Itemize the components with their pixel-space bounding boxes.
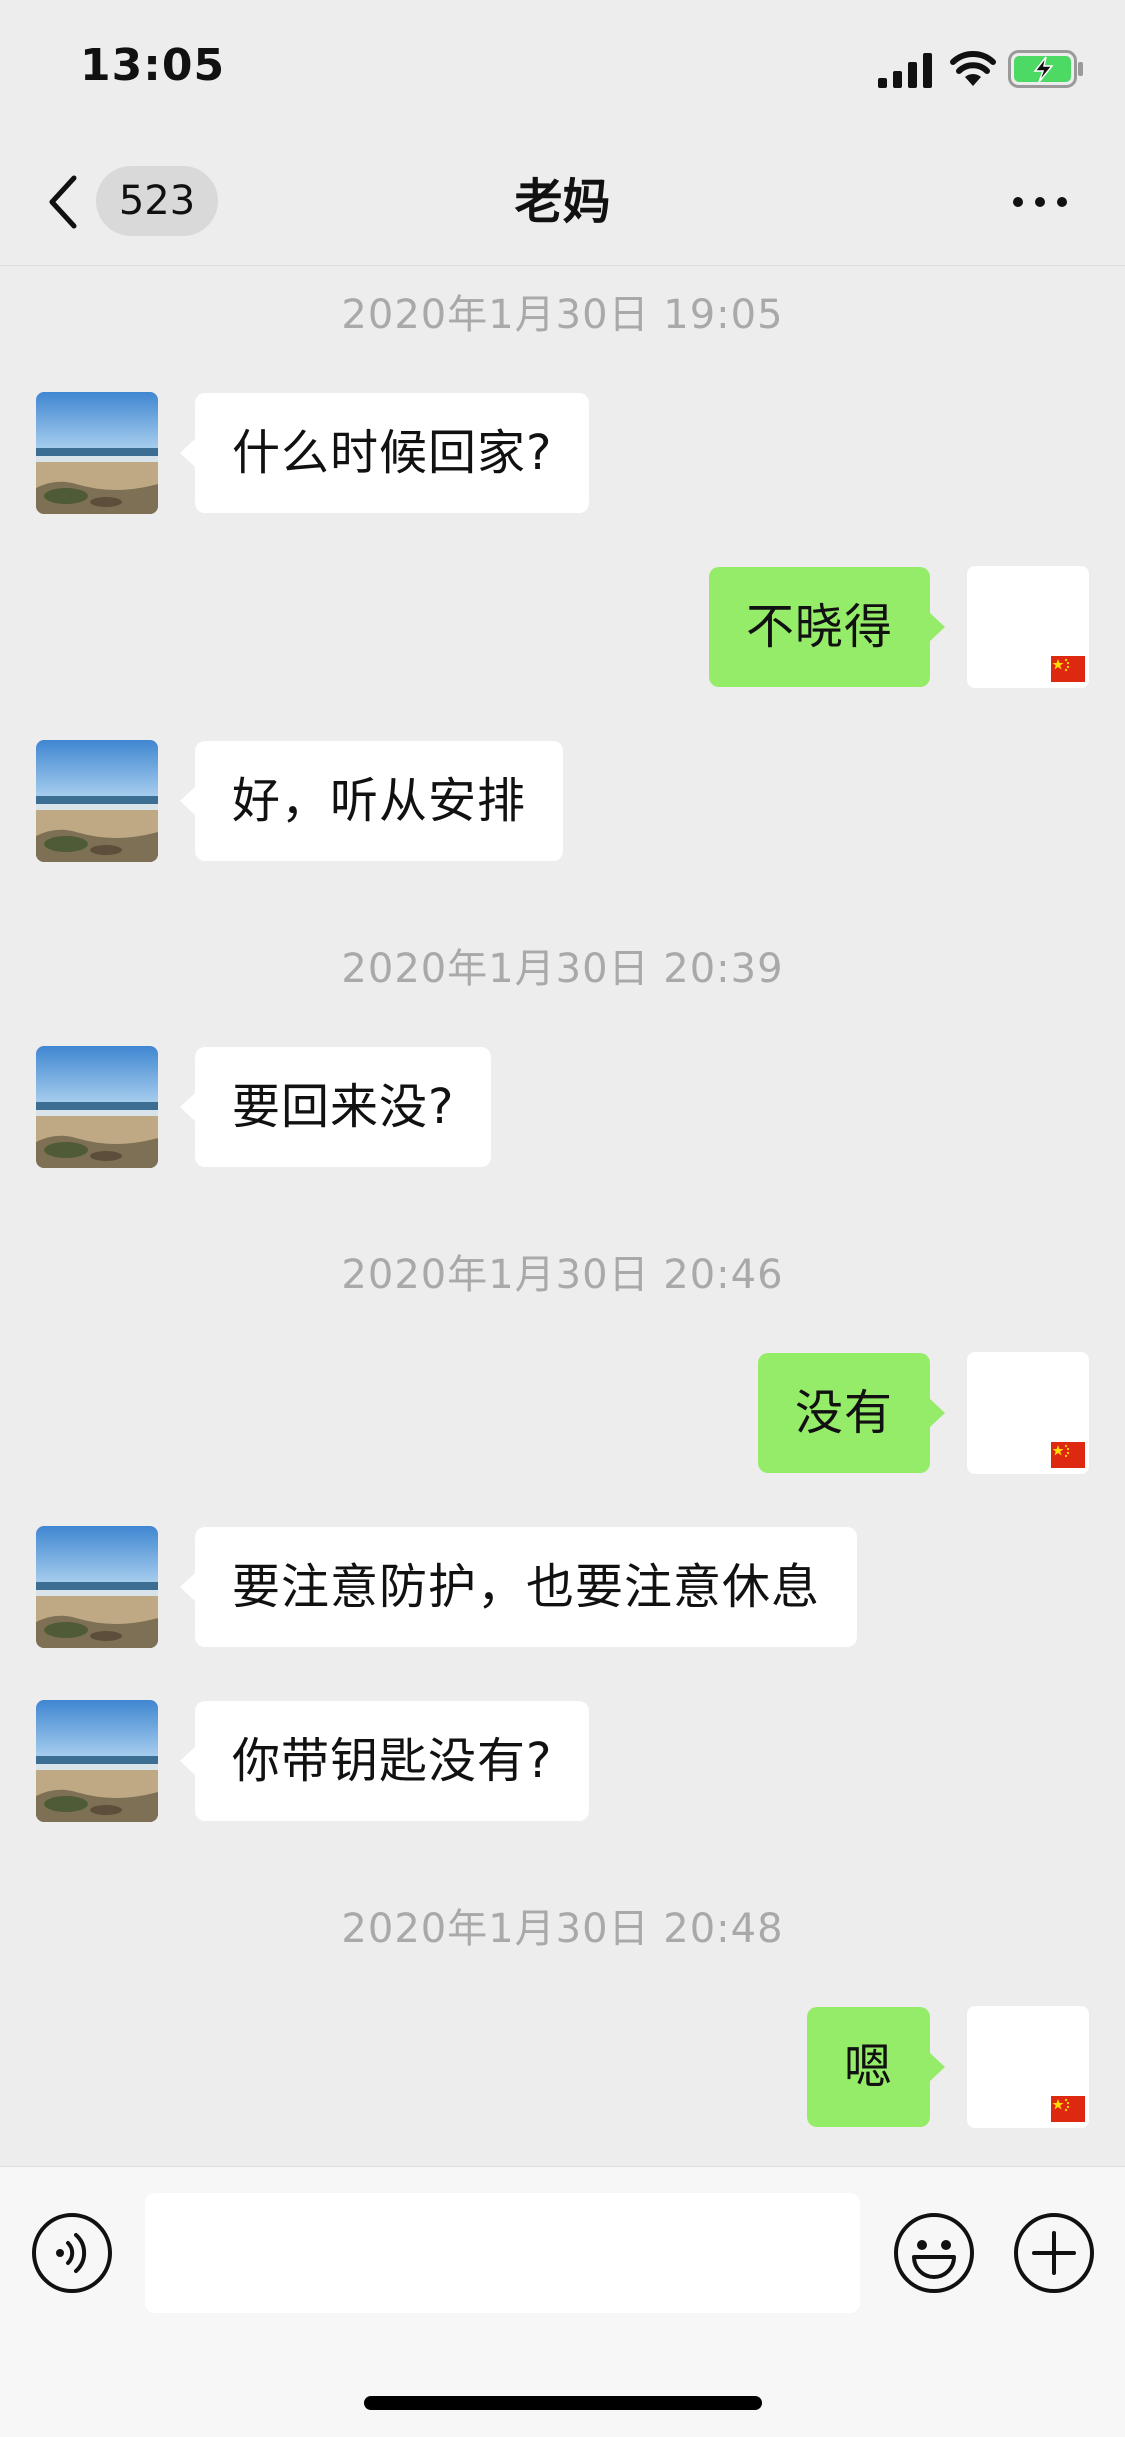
voice-icon[interactable] <box>30 2211 114 2295</box>
timestamp: 2020年1月30日 19:05 <box>341 292 784 338</box>
avatar-image <box>36 1526 158 1648</box>
incoming-message[interactable]: 好，听从安排 <box>179 741 564 861</box>
outgoing-message[interactable]: 没有 <box>757 1353 946 1473</box>
wifi-icon <box>950 51 996 86</box>
contact-avatar[interactable] <box>36 1700 158 1822</box>
message-input[interactable] <box>145 2193 860 2313</box>
contact-avatar[interactable] <box>36 740 158 862</box>
status-time: 13:05 <box>80 40 226 91</box>
china-flag-icon <box>1051 2096 1085 2122</box>
avatar-image <box>36 392 158 514</box>
incoming-message[interactable]: 要回来没? <box>179 1047 492 1167</box>
signal-icon <box>878 53 932 88</box>
emoji-icon[interactable] <box>892 2211 976 2295</box>
timestamp: 2020年1月30日 20:48 <box>341 1906 784 1952</box>
outgoing-message[interactable]: 不晓得 <box>708 567 946 687</box>
self-avatar[interactable] <box>967 2006 1089 2128</box>
self-avatar[interactable] <box>967 1352 1089 1474</box>
avatar-image <box>36 1700 158 1822</box>
china-flag-icon <box>1051 1442 1085 1468</box>
timestamp: 2020年1月30日 20:39 <box>341 946 784 992</box>
plus-icon[interactable] <box>1012 2211 1096 2295</box>
chat-title: 老妈 <box>514 174 611 230</box>
home-indicator[interactable] <box>364 2396 762 2410</box>
avatar-image <box>36 1046 158 1168</box>
chat-header: 523 老妈 <box>0 140 1125 266</box>
avatar-image <box>36 740 158 862</box>
contact-avatar[interactable] <box>36 1046 158 1168</box>
more-dots-icon[interactable] <box>1008 184 1072 220</box>
battery-charging-icon <box>1008 50 1083 88</box>
outgoing-message[interactable]: 嗯 <box>806 2007 946 2127</box>
status-bar: 13:05 <box>0 0 1125 140</box>
incoming-message[interactable]: 要注意防护，也要注意休息 <box>179 1527 858 1647</box>
china-flag-icon <box>1051 656 1085 682</box>
input-bar <box>0 2166 1125 2437</box>
contact-avatar[interactable] <box>36 1526 158 1648</box>
incoming-message[interactable]: 你带钥匙没有? <box>179 1701 590 1821</box>
incoming-message[interactable]: 什么时候回家? <box>179 393 590 513</box>
timestamp: 2020年1月30日 20:46 <box>341 1252 784 1298</box>
self-avatar[interactable] <box>967 566 1089 688</box>
contact-avatar[interactable] <box>36 392 158 514</box>
